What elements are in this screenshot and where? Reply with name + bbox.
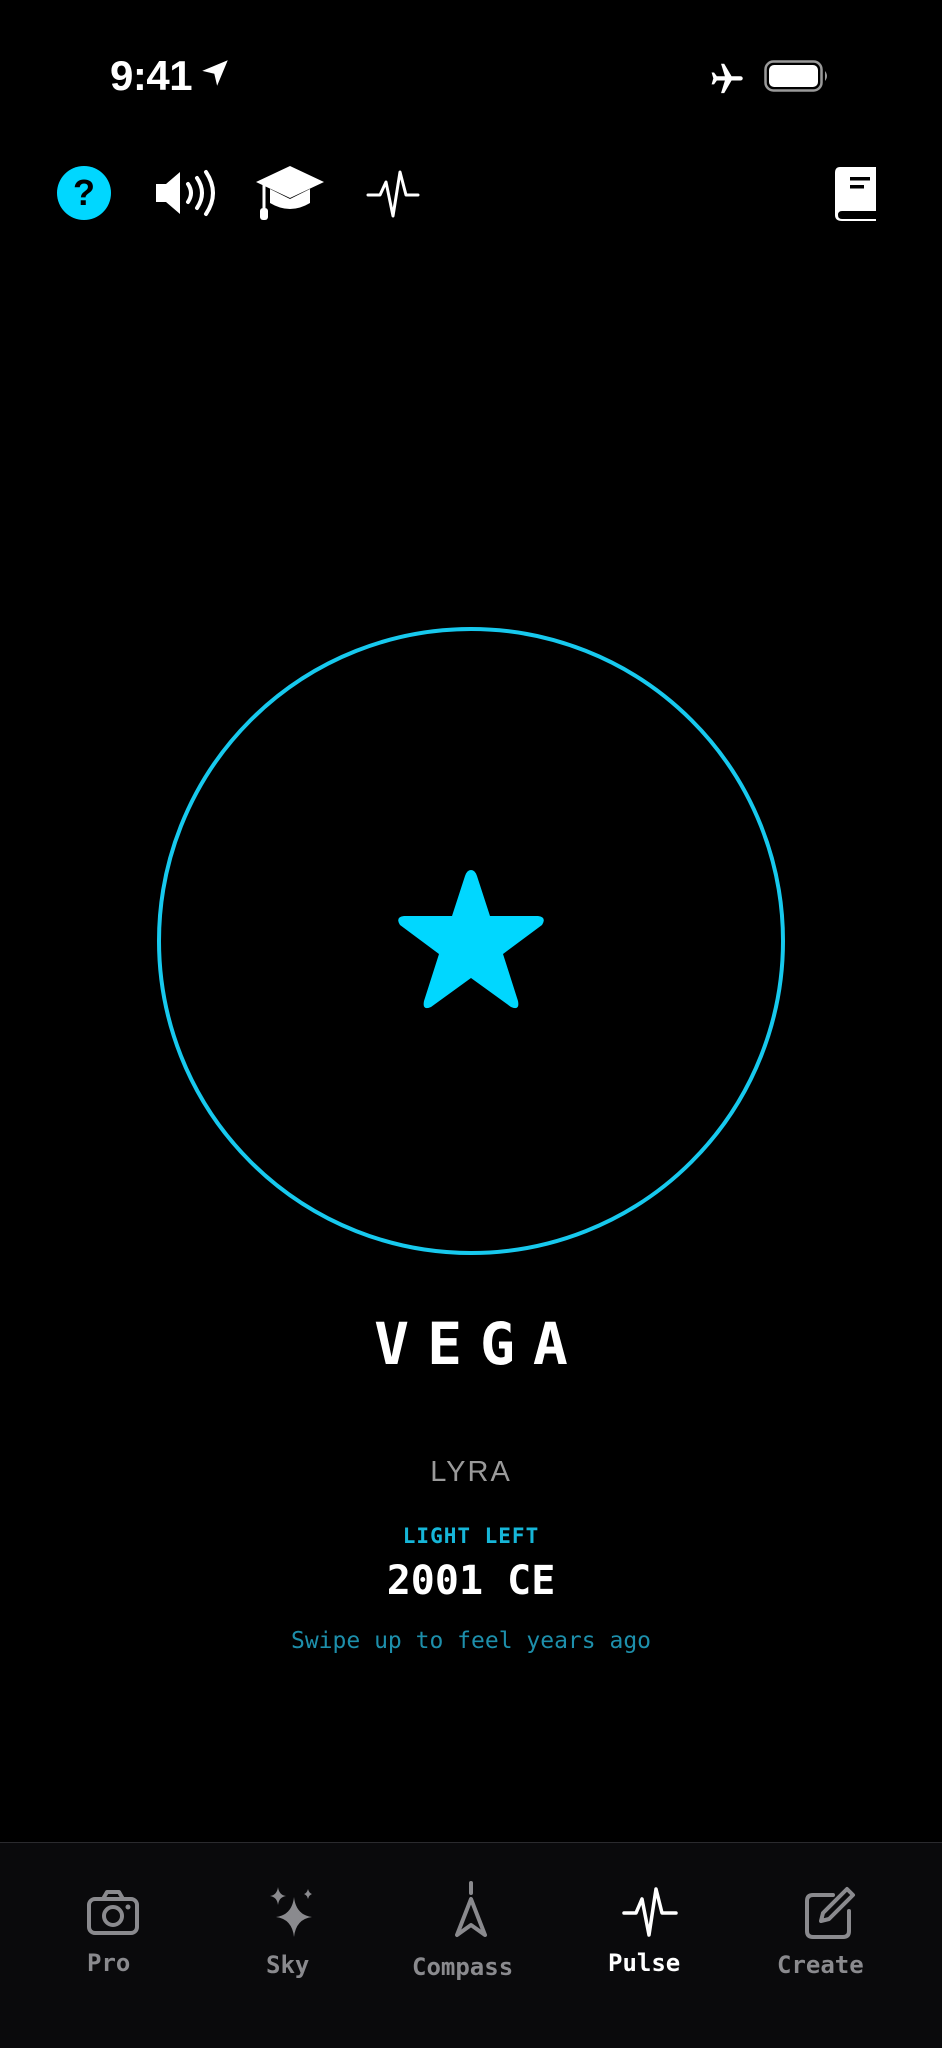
- book-icon: [835, 167, 876, 221]
- light-left-label: LIGHT LEFT: [402, 1524, 540, 1548]
- camera-icon: [87, 1890, 139, 1935]
- star-icon: [398, 870, 544, 1009]
- location-arrow-icon: [202, 60, 228, 86]
- speaker-icon: [156, 170, 215, 216]
- sparkles-icon: [270, 1887, 312, 1937]
- learn-button[interactable]: [254, 162, 326, 224]
- pulse-icon: [366, 170, 420, 218]
- tab-sky[interactable]: Sky: [212, 1843, 372, 1983]
- tab-bar: Pro Sky Compass Pulse Create: [0, 1842, 942, 2048]
- tab-label: Sky: [266, 1951, 310, 1979]
- tab-label: Compass: [412, 1953, 514, 1981]
- tab-label: Pulse: [608, 1949, 681, 1977]
- compass-icon: [455, 1881, 487, 1937]
- help-icon: ?: [73, 172, 95, 213]
- status-time: 9:41: [110, 52, 193, 99]
- pulse-mode-button[interactable]: [364, 162, 422, 224]
- edit-icon: [805, 1887, 855, 1939]
- tab-compass[interactable]: Compass: [391, 1843, 551, 1983]
- tab-pulse[interactable]: Pulse: [570, 1843, 730, 1983]
- sound-button[interactable]: [150, 162, 226, 224]
- tab-label: Create: [777, 1951, 864, 1979]
- star-name: VEGA: [374, 1310, 586, 1378]
- tab-pro[interactable]: Pro: [33, 1843, 193, 1983]
- tab-label: Pro: [87, 1949, 131, 1977]
- battery-icon: [764, 60, 827, 92]
- airplane-mode-icon: [711, 63, 743, 94]
- graduation-cap-icon: [256, 166, 324, 220]
- journal-button[interactable]: [832, 162, 882, 224]
- swipe-hint: Swipe up to feel years ago: [290, 1628, 652, 1654]
- light-left-year: 2001 CE: [386, 1558, 556, 1604]
- pulse-icon: [622, 1887, 678, 1937]
- tab-create[interactable]: Create: [749, 1843, 909, 1983]
- constellation-name: LYRA: [430, 1456, 512, 1488]
- help-button[interactable]: ?: [57, 166, 111, 220]
